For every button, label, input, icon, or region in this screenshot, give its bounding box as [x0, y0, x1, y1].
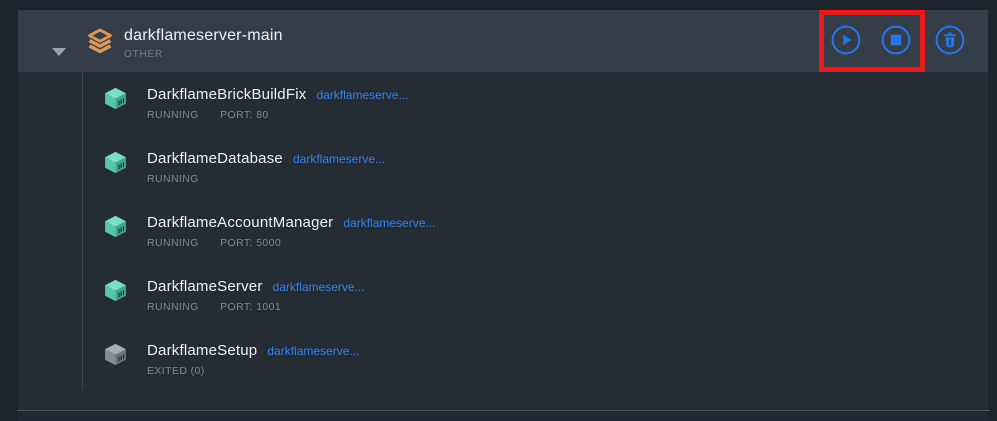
- group-header[interactable]: darkflameserver-main OTHER: [18, 10, 988, 72]
- container-row[interactable]: DarkflameDatabase darkflameserve... RUNN…: [18, 149, 988, 213]
- container-icon: [103, 279, 128, 302]
- play-icon: [831, 25, 861, 55]
- container-icon: [103, 343, 128, 366]
- container-row-text: DarkflameAccountManager darkflameserve..…: [147, 213, 435, 249]
- image-link[interactable]: darkflameserve...: [293, 152, 385, 166]
- container-row-text: DarkflameDatabase darkflameserve... RUNN…: [147, 149, 385, 185]
- container-icon: [103, 151, 128, 174]
- container-status: RUNNING: [147, 237, 199, 249]
- image-link[interactable]: darkflameserve...: [273, 280, 365, 294]
- container-row[interactable]: DarkflameAccountManager darkflameserve..…: [18, 213, 988, 277]
- container-name: DarkflameSetup: [147, 341, 257, 360]
- group-titles: darkflameserver-main OTHER: [124, 26, 283, 61]
- container-icon: [103, 215, 128, 238]
- image-link[interactable]: darkflameserve...: [267, 344, 359, 358]
- group-type-label: OTHER: [124, 49, 283, 61]
- container-name: DarkflameAccountManager: [147, 213, 333, 232]
- stack-icon: [86, 27, 114, 55]
- image-link[interactable]: darkflameserve...: [343, 216, 435, 230]
- container-row-text: DarkflameSetup darkflameserve... EXITED …: [147, 341, 359, 377]
- container-name: DarkflameBrickBuildFix: [147, 85, 306, 104]
- container-status: RUNNING: [147, 173, 199, 185]
- container-port: PORT: 1001: [220, 301, 281, 313]
- container-status: RUNNING: [147, 109, 199, 121]
- container-name: DarkflameServer: [147, 277, 263, 296]
- container-port: PORT: 80: [220, 109, 269, 121]
- container-row[interactable]: DarkflameBrickBuildFix darkflameserve...…: [18, 85, 988, 149]
- container-list: DarkflameBrickBuildFix darkflameserve...…: [18, 72, 988, 405]
- start-button[interactable]: [831, 25, 861, 55]
- delete-button[interactable]: [935, 25, 965, 55]
- container-status: EXITED (0): [147, 365, 205, 377]
- trash-icon: [935, 25, 965, 55]
- chevron-down-icon[interactable]: [52, 48, 66, 56]
- container-row[interactable]: DarkflameServer darkflameserve... RUNNIN…: [18, 277, 988, 341]
- group-body: DarkflameBrickBuildFix darkflameserve...…: [18, 72, 988, 410]
- bottom-strip: [18, 411, 988, 421]
- container-port: PORT: 5000: [220, 237, 281, 249]
- group-title: darkflameserver-main: [124, 26, 283, 46]
- container-row-text: DarkflameServer darkflameserve... RUNNIN…: [147, 277, 365, 313]
- container-row[interactable]: DarkflameSetup darkflameserve... EXITED …: [18, 341, 988, 405]
- container-group-panel: darkflameserver-main OTHER: [0, 0, 997, 421]
- container-row-text: DarkflameBrickBuildFix darkflameserve...…: [147, 85, 408, 121]
- container-status: RUNNING: [147, 301, 199, 313]
- stop-icon: [881, 25, 911, 55]
- container-name: DarkflameDatabase: [147, 149, 283, 168]
- image-link[interactable]: darkflameserve...: [316, 88, 408, 102]
- container-icon: [103, 87, 128, 110]
- stop-button[interactable]: [881, 25, 911, 55]
